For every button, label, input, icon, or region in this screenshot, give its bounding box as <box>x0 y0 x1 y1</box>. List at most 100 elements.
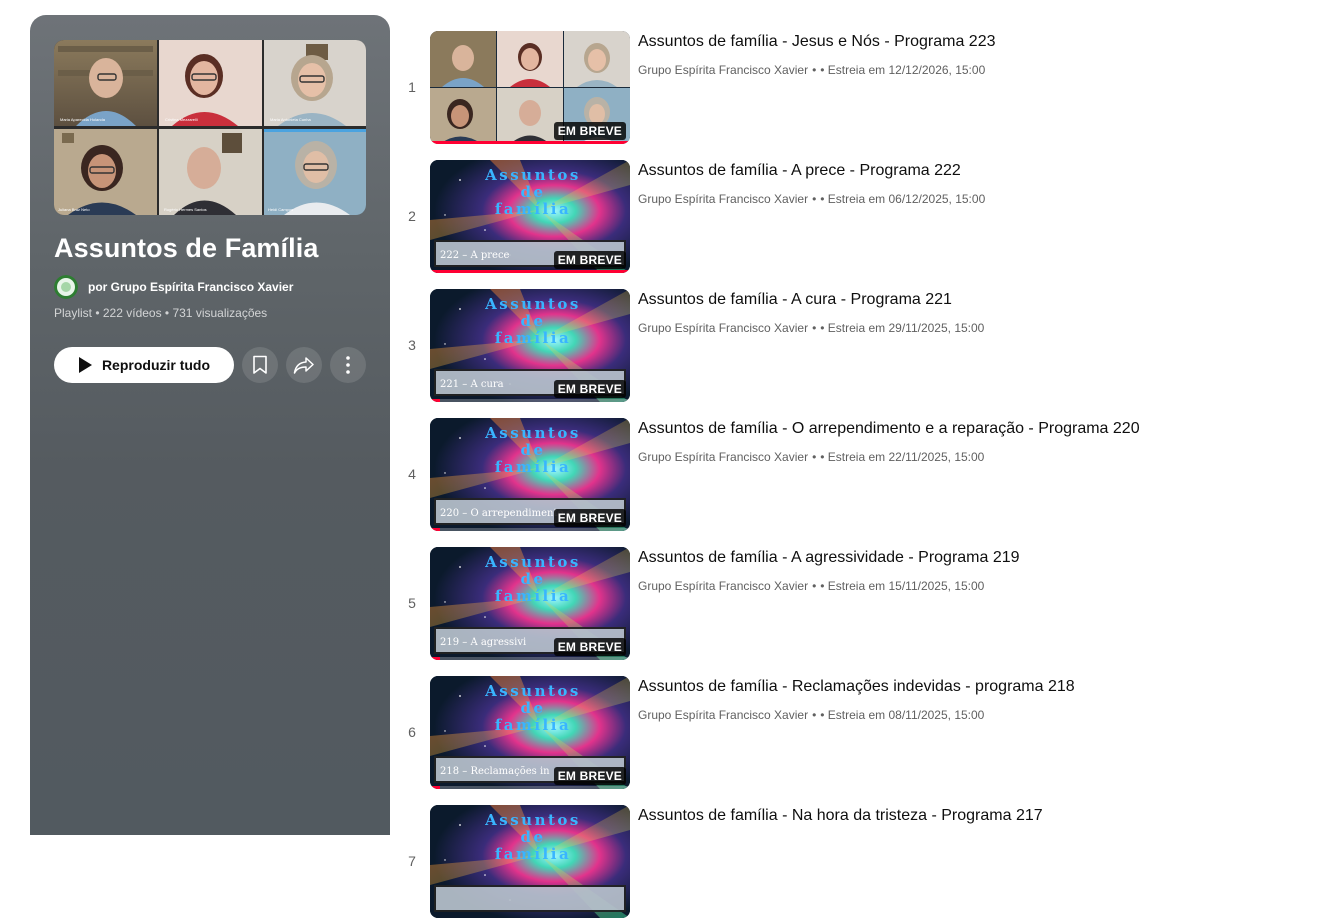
meta-separator: • <box>812 63 817 77</box>
video-index: 3 <box>408 337 416 353</box>
cover-tile-3: Maria Antonieta Cunha <box>264 40 366 126</box>
video-channel-name[interactable]: Grupo Espírita Francisco Xavier <box>638 708 808 722</box>
video-premiere-date: • Estreia em 08/11/2025, 15:00 <box>820 708 985 722</box>
video-channel-name[interactable]: Grupo Espírita Francisco Xavier <box>638 450 808 464</box>
video-title[interactable]: Assuntos de família - O arrependimento e… <box>638 420 1140 438</box>
playlist-video-item[interactable]: 4 Assuntos de família 220 – O arrependim… <box>400 418 1300 531</box>
video-premiere-date: • Estreia em 29/11/2025, 15:00 <box>820 321 985 335</box>
video-channel-name[interactable]: Grupo Espírita Francisco Xavier <box>638 579 808 593</box>
playlist-header-panel: Maria Aparecida Holanda Cristina Mezzare… <box>30 15 390 835</box>
playlist-owner[interactable]: por Grupo Espírita Francisco Xavier <box>54 275 293 299</box>
thumb-art-line-1: Assuntos <box>484 553 581 571</box>
thumb-art-line-3: família <box>495 587 571 605</box>
video-title[interactable]: Assuntos de família - Na hora da tristez… <box>638 807 1043 825</box>
cover-tile-caption: Heidi Campos <box>268 207 293 212</box>
video-title[interactable]: Assuntos de família - Jesus e Nós - Prog… <box>638 33 996 51</box>
bookmark-icon <box>253 355 267 374</box>
upcoming-badge: EM BREVE <box>553 380 626 398</box>
thumb-art-line-1: Assuntos <box>484 682 581 700</box>
cover-tile-2: Cristina Mezzarelli <box>159 40 262 126</box>
video-index: 5 <box>408 595 416 611</box>
video-meta: Grupo Espírita Francisco Xavier • • Estrei… <box>638 192 985 206</box>
more-vert-icon <box>346 356 350 374</box>
thumb-caption: 220 – O arrependimento e <box>440 508 573 519</box>
playlist-owner-name[interactable]: por Grupo Espírita Francisco Xavier <box>88 280 293 294</box>
video-thumbnail[interactable]: Assuntos de família 220 – O arrependimen… <box>430 418 630 531</box>
video-index: 6 <box>408 724 416 740</box>
thumb-art-line-2: de <box>520 312 545 330</box>
playlist-video-item[interactable]: 7 Assuntos de família Assuntos de famíli… <box>400 805 1300 918</box>
cover-tile-caption: Maria Aparecida Holanda <box>60 117 106 122</box>
upcoming-badge: EM BREVE <box>553 638 626 656</box>
video-meta: Grupo Espírita Francisco Xavier • • Estrei… <box>638 450 984 464</box>
watch-progress-bar <box>430 528 630 531</box>
video-meta: Grupo Espírita Francisco Xavier • • Estrei… <box>638 63 985 77</box>
playlist-video-item[interactable]: 3 Assuntos de família 221 – A cura EM BR… <box>400 289 1300 402</box>
more-actions-button[interactable] <box>330 347 366 383</box>
video-title[interactable]: Assuntos de família - A prece - Programa… <box>638 162 961 180</box>
meta-separator: • <box>812 708 817 722</box>
video-premiere-date: • Estreia em 15/11/2025, 15:00 <box>820 579 985 593</box>
video-channel-name[interactable]: Grupo Espírita Francisco Xavier <box>638 63 808 77</box>
video-title[interactable]: Assuntos de família - A agressividade - … <box>638 549 1020 567</box>
share-icon <box>293 357 314 374</box>
cover-tile-caption: Cristina Mezzarelli <box>165 117 198 122</box>
meta-separator: • <box>812 321 817 335</box>
video-thumbnail[interactable]: Assuntos de família 218 – Reclamações in… <box>430 676 630 789</box>
meta-separator: • <box>812 450 817 464</box>
playlist-title: Assuntos de Família <box>54 233 319 263</box>
cover-tile-5: Rogério Hermes Santos <box>159 129 262 215</box>
share-button[interactable] <box>286 347 322 383</box>
thumb-art-line-3: família <box>495 458 571 476</box>
video-index: 4 <box>408 466 416 482</box>
video-premiere-date: • Estreia em 12/12/2026, 15:00 <box>820 63 986 77</box>
video-thumbnail[interactable]: Assuntos de família 219 – A agressivi EM… <box>430 547 630 660</box>
upcoming-badge: EM BREVE <box>553 509 626 527</box>
thumb-art-line-3: família <box>495 329 571 347</box>
save-playlist-button[interactable] <box>242 347 278 383</box>
playlist-video-item[interactable]: 5 Assuntos de família 219 – A agressivi … <box>400 547 1300 660</box>
video-index: 2 <box>408 208 416 224</box>
play-all-label: Reproduzir tudo <box>101 357 211 373</box>
thumb-art-line-2: de <box>520 570 545 588</box>
play-all-button[interactable]: Reproduzir tudo <box>54 347 234 383</box>
thumb-art-line-1: Assuntos <box>484 811 581 829</box>
video-title[interactable]: Assuntos de família - Reclamações indevi… <box>638 678 1075 696</box>
cover-tile-4: Juliana Braz Neto <box>54 129 157 215</box>
video-title[interactable]: Assuntos de família - A cura - Programa … <box>638 291 952 309</box>
video-thumbnail[interactable]: Assuntos de família <box>430 805 630 918</box>
watch-progress-bar <box>430 657 630 660</box>
video-channel-name[interactable]: Grupo Espírita Francisco Xavier <box>638 321 808 335</box>
video-thumbnail[interactable]: EM BREVE <box>430 31 630 144</box>
thumb-art-line-1: Assuntos <box>484 295 581 313</box>
thumb-art-line-2: de <box>520 699 545 717</box>
playlist-stats: Playlist • 222 vídeos • 731 visualizaçõe… <box>54 306 268 320</box>
channel-avatar[interactable] <box>54 275 78 299</box>
thumb-caption: 222 – A prece <box>440 250 510 261</box>
thumb-art-line-2: de <box>520 828 545 846</box>
cover-tile-6: Heidi Campos <box>264 129 366 215</box>
video-meta: Grupo Espírita Francisco Xavier • • Estrei… <box>638 708 984 722</box>
playlist-video-item[interactable]: 6 Assuntos de família 218 – Reclamações … <box>400 676 1300 789</box>
upcoming-badge: EM BREVE <box>553 122 626 140</box>
video-premiere-date: • Estreia em 06/12/2025, 15:00 <box>820 192 986 206</box>
thumb-caption: 219 – A agressivi <box>440 637 526 648</box>
meta-separator: • <box>812 192 817 206</box>
watch-progress-bar <box>430 399 630 402</box>
thumb-art-line-3: família <box>495 845 571 863</box>
cover-tile-caption: Juliana Braz Neto <box>58 207 90 212</box>
video-channel-name[interactable]: Grupo Espírita Francisco Xavier <box>638 192 808 206</box>
play-icon <box>78 357 92 373</box>
playlist-video-item[interactable]: 1 EM BREVE Assuntos de família - Jesus e… <box>400 31 1300 144</box>
video-index: 1 <box>408 79 416 95</box>
video-meta: Grupo Espírita Francisco Xavier • • Estrei… <box>638 579 984 593</box>
video-thumbnail[interactable]: Assuntos de família 222 – A prece EM BRE… <box>430 160 630 273</box>
watch-progress-bar <box>430 141 630 144</box>
video-index: 7 <box>408 853 416 869</box>
video-thumbnail[interactable]: Assuntos de família 221 – A cura EM BREV… <box>430 289 630 402</box>
cover-tile-caption: Maria Antonieta Cunha <box>270 117 311 122</box>
playlist-video-item[interactable]: 2 Assuntos de família 222 – A prece EM B… <box>400 160 1300 273</box>
playlist-cover-image[interactable]: Maria Aparecida Holanda Cristina Mezzare… <box>54 40 366 215</box>
thumb-caption: 221 – A cura <box>440 379 504 390</box>
video-thumbnail-art: Assuntos de família <box>430 805 630 918</box>
